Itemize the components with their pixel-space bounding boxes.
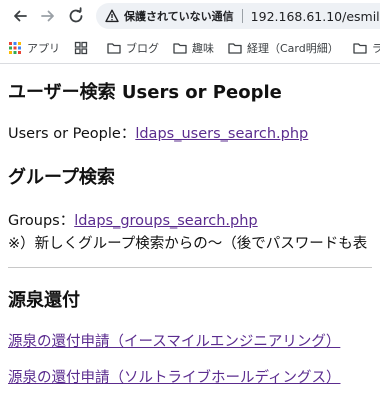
warning-icon [105,9,119,23]
bookmark-folder-hobby[interactable]: 趣味 [173,40,214,56]
folder-icon [228,42,242,54]
users-heading: ユーザー検索 Users or People [8,82,282,103]
groups-search-link[interactable]: ldaps_groups_search.php [74,213,257,229]
users-label: Users or People： [8,126,136,142]
apps-grid-icon [9,41,21,54]
browser-toolbar: 保護されていない通信 192.168.61.10/esmile/users [0,0,380,32]
groups-label: Groups： [8,213,75,229]
groups-line: Groups：ldaps_groups_search.php [8,209,372,230]
bookmark-folder-blog[interactable]: ブログ [107,40,159,56]
bookmark-label: 趣味 [192,41,214,55]
security-status[interactable]: 保護されていない通信 [124,8,234,24]
reload-button[interactable] [62,2,90,30]
forward-button[interactable] [34,2,62,30]
users-line: Users or People：ldaps_users_search.php [8,122,372,143]
forward-arrow-icon [41,10,54,22]
groups-heading: グループ検索 [8,167,115,188]
folder-icon [353,42,367,54]
back-button[interactable] [6,2,34,30]
folder-icon [173,42,187,54]
users-search-link[interactable]: ldaps_users_search.php [135,126,308,142]
bookmark-apps[interactable]: アプリ [8,40,60,56]
tax-refund-line-2: 源泉の還付申請（ソルトライブホールディングス） [8,366,372,387]
bookmark-label: アプリ [27,41,60,55]
bookmark-folder-accounting[interactable]: 経理（Card明細） [228,40,339,56]
url-text[interactable]: 192.168.61.10/esmile/users [251,9,380,24]
address-bar[interactable]: 保護されていない通信 192.168.61.10/esmile/users [96,3,380,29]
reload-icon [69,7,83,23]
tab-groups-icon [74,41,88,54]
folder-icon [107,42,121,54]
tax-refund-link-esmile[interactable]: 源泉の還付申請（イースマイルエンジニアリング） [8,334,340,350]
section-divider [8,267,372,268]
bookmarks-bar: アプリ ブログ 趣味 経理（Card明細） ラー [0,32,380,64]
omnibox-separator [241,9,243,23]
bookmark-label: 経理（Card明細） [247,41,339,55]
tax-refund-link-saltlive[interactable]: 源泉の還付申請（ソルトライブホールディングス） [8,370,340,386]
bookmark-folder-ra[interactable]: ラー [353,40,380,56]
page-content: ユーザー検索 Users or People Users or People：l… [0,78,380,387]
groups-note: ※）新しくグループ検索からの～（後でパスワードも表 [8,236,368,252]
bookmark-label: ブログ [126,41,159,55]
tax-refund-heading: 源泉還付 [8,290,80,311]
tax-refund-line-1: 源泉の還付申請（イースマイルエンジニアリング） [8,330,372,351]
back-arrow-icon [14,10,27,22]
bookmark-tab-groups[interactable] [74,41,93,55]
bookmark-label: ラー [372,40,380,56]
